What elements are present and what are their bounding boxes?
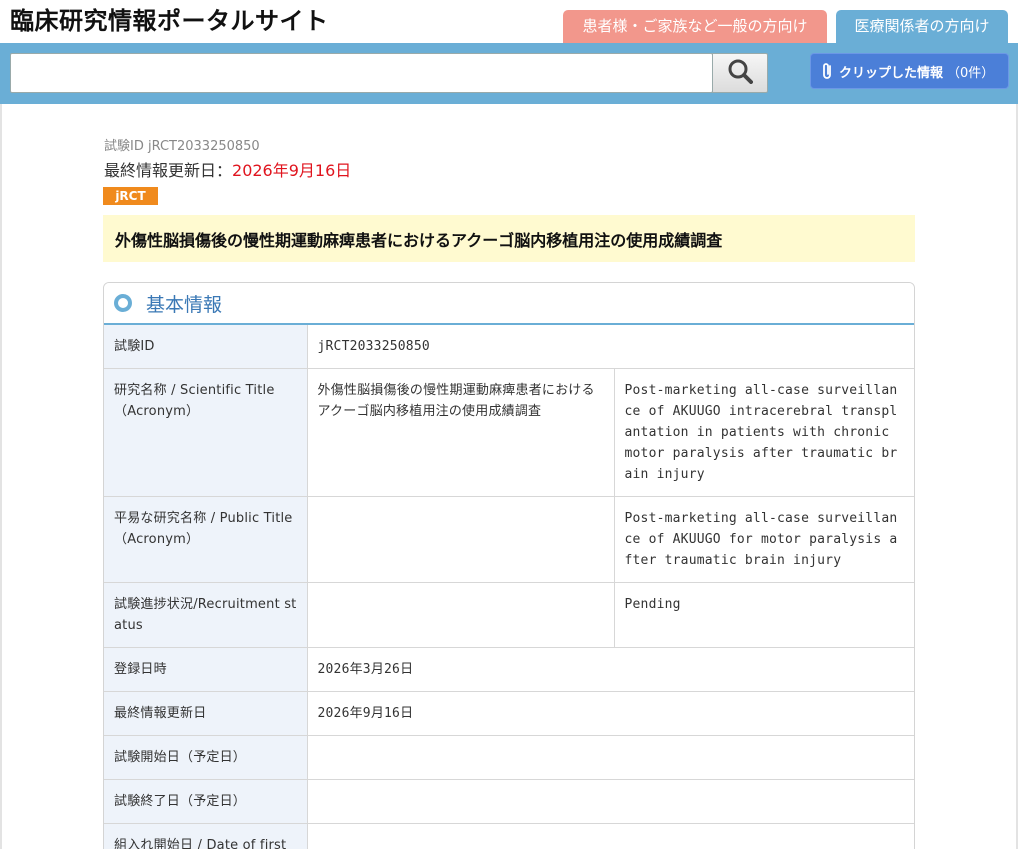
table-row: 試験終了日（予定日）: [104, 779, 914, 824]
row-value-en: Pending: [613, 582, 914, 648]
site-title: 臨床研究情報ポータルサイト: [10, 7, 329, 35]
row-value-ja: 外傷性脳損傷後の慢性期運動麻痺患者におけるアクーゴ脳内移植用注の使用成績調査: [306, 368, 615, 497]
table-row: 試験ID jRCT2033250850: [104, 325, 914, 369]
basic-info-section: 基本情報 試験ID jRCT2033250850 研究名称 / Scientif…: [103, 282, 915, 849]
row-label: 研究名称 / Scientific Title（Acronym）: [104, 368, 308, 497]
table-row: 組入れ開始日 / Date of first enrollment: [104, 823, 914, 849]
last-updated-line: 最終情報更新日：2026年9月16日: [104, 157, 351, 181]
search-input[interactable]: [10, 53, 713, 93]
search-icon: [727, 58, 753, 88]
paperclip-icon: [821, 62, 835, 80]
row-value-ja: [306, 496, 615, 583]
row-value: [306, 779, 914, 824]
jrct-badge: jRCT: [103, 187, 158, 205]
search-bar: クリップした情報 （0件）: [0, 43, 1018, 104]
row-value-en: Post-marketing all-case surveillance of …: [613, 368, 914, 497]
table-row: 試験開始日（予定日）: [104, 735, 914, 780]
row-label: 平易な研究名称 / Public Title（Acronym）: [104, 496, 308, 583]
row-label: 試験開始日（予定日）: [104, 735, 308, 780]
row-label: 組入れ開始日 / Date of first enrollment: [104, 823, 308, 849]
row-value: [306, 823, 914, 849]
search-button[interactable]: [712, 53, 768, 93]
clipped-info-button[interactable]: クリップした情報 （0件）: [810, 53, 1009, 89]
circle-icon: [114, 294, 132, 312]
table-row: 登録日時 2026年3月26日: [104, 647, 914, 692]
table-row: 最終情報更新日 2026年9月16日: [104, 691, 914, 736]
row-label: 登録日時: [104, 647, 308, 692]
row-value: 2026年3月26日: [306, 647, 914, 692]
tab-medical-professionals[interactable]: 医療関係者の方向け: [836, 10, 1008, 44]
row-label: 試験ID: [104, 325, 308, 369]
section-header: 基本情報: [104, 283, 914, 325]
clipped-info-count: （0件）: [947, 65, 995, 81]
last-updated-label: 最終情報更新日：: [104, 161, 233, 180]
row-label: 最終情報更新日: [104, 691, 308, 736]
last-updated-date: 2026年9月16日: [232, 161, 352, 180]
page-border-left: [0, 104, 2, 849]
table-row: 研究名称 / Scientific Title（Acronym） 外傷性脳損傷後…: [104, 368, 914, 497]
tab-patients[interactable]: 患者様・ご家族など一般の方向け: [563, 10, 827, 44]
row-value-en: Post-marketing all-case surveillance of …: [613, 496, 914, 583]
table-row: 平易な研究名称 / Public Title（Acronym） Post-mar…: [104, 496, 914, 583]
clipped-info-label: クリップした情報: [839, 65, 944, 81]
section-title: 基本情報: [146, 293, 223, 316]
trial-title: 外傷性脳損傷後の慢性期運動麻痺患者におけるアクーゴ脳内移植用注の使用成績調査: [103, 215, 915, 262]
row-value-ja: [306, 582, 615, 648]
basic-info-table: 試験ID jRCT2033250850 研究名称 / Scientific Ti…: [104, 325, 914, 849]
table-row: 試験進捗状況/Recruitment status Pending: [104, 582, 914, 648]
row-label: 試験進捗状況/Recruitment status: [104, 582, 308, 648]
row-label: 試験終了日（予定日）: [104, 779, 308, 824]
trial-id-line: 試験ID jRCT2033250850: [104, 139, 260, 154]
row-value: [306, 735, 914, 780]
row-value: 2026年9月16日: [306, 691, 914, 736]
row-value: jRCT2033250850: [306, 325, 914, 369]
